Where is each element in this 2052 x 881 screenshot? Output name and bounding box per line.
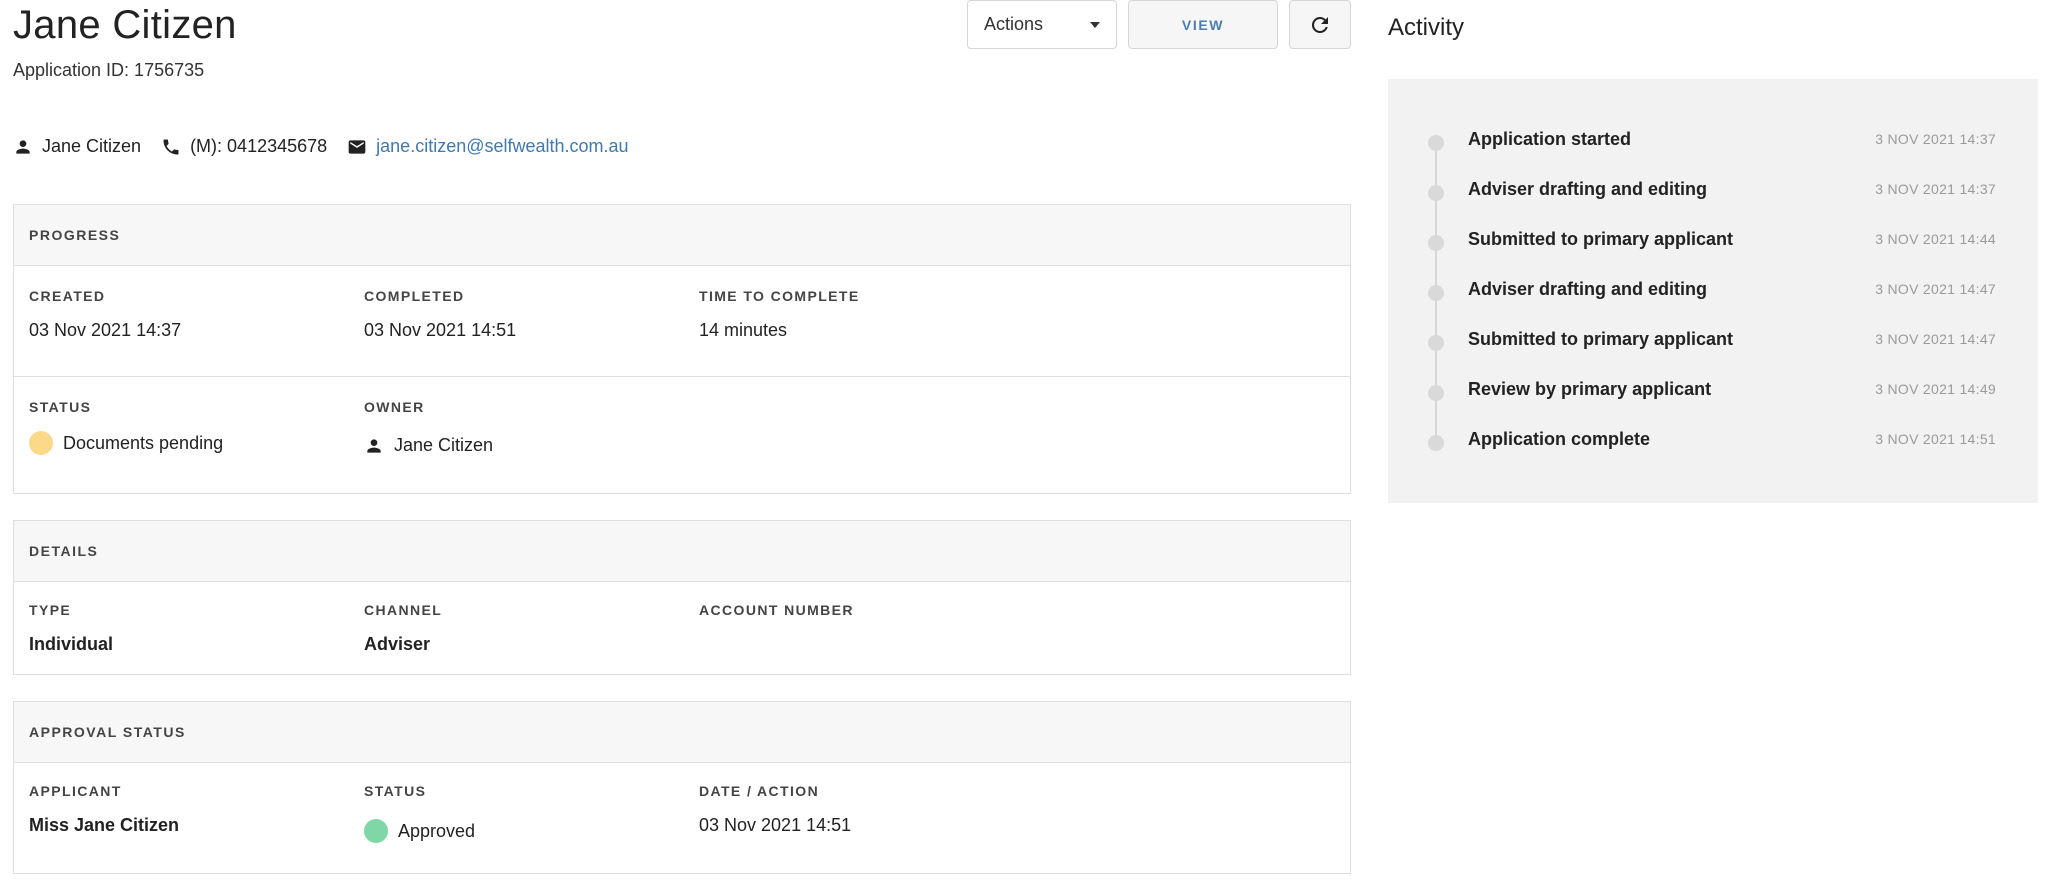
- channel-field: CHANNEL Adviser: [364, 602, 442, 655]
- type-label: TYPE: [29, 602, 72, 618]
- timeline-dot: [1428, 185, 1444, 201]
- details-row: TYPE Individual CHANNEL Adviser ACCOUNT …: [14, 582, 1350, 674]
- progress-panel: PROGRESS CREATED 03 Nov 2021 14:37 COMPL…: [13, 204, 1351, 494]
- approval-status-field: STATUS Approved: [364, 783, 475, 843]
- completed-field: COMPLETED 03 Nov 2021 14:51: [364, 288, 516, 341]
- owner-text: Jane Citizen: [394, 435, 494, 455]
- owner-label: OWNER: [364, 399, 425, 415]
- email-link[interactable]: jane.citizen@selfwealth.com.au: [376, 136, 628, 157]
- page-header: Jane Citizen Application ID: 1756735 Act…: [13, 0, 1351, 110]
- person-icon: [367, 438, 381, 453]
- refresh-button[interactable]: [1289, 0, 1351, 49]
- activity-item-label: Application complete: [1468, 429, 1651, 449]
- activity-item-time: 3 NOV 2021 14:37: [1875, 131, 1996, 147]
- person-icon: [16, 139, 30, 154]
- activity-item-label: Adviser drafting and editing: [1468, 279, 1708, 299]
- created-label: CREATED: [29, 288, 106, 304]
- status-label: STATUS: [29, 399, 92, 415]
- approval-heading: APPROVAL STATUS: [14, 702, 1350, 763]
- date-action-value: 03 Nov 2021 14:51: [699, 815, 852, 835]
- timeline-dot: [1428, 285, 1444, 301]
- activity-item-time: 3 NOV 2021 14:44: [1875, 231, 1996, 247]
- activity-item: Adviser drafting and editing 3 NOV 2021 1…: [1388, 177, 2038, 207]
- approval-status-label: STATUS: [364, 783, 427, 799]
- activity-item: Application started 3 NOV 2021 14:37: [1388, 127, 2038, 157]
- status-text: Documents pending: [63, 432, 224, 453]
- date-action-field: DATE / ACTION 03 Nov 2021 14:51: [699, 783, 851, 836]
- activity-item-time: 3 NOV 2021 14:47: [1875, 331, 1996, 347]
- owner-value: Jane Citizen: [364, 435, 493, 456]
- completed-label: COMPLETED: [364, 288, 465, 304]
- date-action-label: DATE / ACTION: [699, 783, 820, 799]
- channel-label: CHANNEL: [364, 602, 443, 618]
- type-field: TYPE Individual: [29, 602, 113, 655]
- contact-info: Jane Citizen (M): 0412345678 jane.citize…: [13, 136, 649, 157]
- approval-status-dot: [364, 819, 388, 843]
- caret-down-icon: [1090, 21, 1100, 28]
- activity-item-label: Submitted to primary applicant: [1468, 329, 1734, 349]
- approval-status-value: Approved: [364, 819, 475, 843]
- activity-item-time: 3 NOV 2021 14:37: [1875, 181, 1996, 197]
- actions-dropdown[interactable]: Actions: [967, 0, 1117, 49]
- main-content: Jane Citizen Application ID: 1756735 Act…: [13, 0, 1351, 874]
- status-dot: [29, 431, 53, 455]
- actions-label: Actions: [984, 14, 1044, 34]
- activity-item-label: Submitted to primary applicant: [1468, 229, 1734, 249]
- activity-item: Submitted to primary applicant 3 NOV 2021…: [1388, 227, 2038, 257]
- activity-item: Submitted to primary applicant 3 NOV 2021…: [1388, 327, 2038, 357]
- contact-phone: (M): 0412345678: [161, 136, 327, 157]
- page-title: Jane Citizen: [13, 3, 237, 47]
- activity-item-label: Application started: [1468, 129, 1632, 149]
- timeline-dot: [1428, 385, 1444, 401]
- contact-name-text: Jane Citizen: [42, 136, 142, 156]
- contact-name: Jane Citizen: [13, 136, 141, 157]
- phone-icon: [163, 139, 179, 154]
- activity-title: Activity: [1388, 14, 1465, 41]
- created-field: CREATED 03 Nov 2021 14:37: [29, 288, 181, 341]
- type-value: Individual: [29, 634, 114, 654]
- status-value: Documents pending: [29, 431, 223, 455]
- refresh-icon: [1311, 16, 1328, 33]
- created-value: 03 Nov 2021 14:37: [29, 320, 182, 340]
- progress-row-dates: CREATED 03 Nov 2021 14:37 COMPLETED 03 N…: [14, 266, 1350, 377]
- account-number-label: ACCOUNT NUMBER: [699, 602, 854, 618]
- activity-item: Adviser drafting and editing 3 NOV 2021 1…: [1388, 277, 2038, 307]
- applicant-field: APPLICANT Miss Jane Citizen: [29, 783, 179, 836]
- contact-email: jane.citizen@selfwealth.com.au: [347, 136, 629, 157]
- timeline-dot: [1428, 135, 1444, 151]
- activity-item-time: 3 NOV 2021 14:47: [1875, 281, 1996, 297]
- applicant-label: APPLICANT: [29, 783, 122, 799]
- owner-field: OWNER Jane Citizen: [364, 399, 493, 456]
- activity-item-time: 3 NOV 2021 14:51: [1875, 431, 1996, 447]
- toolbar: Actions VIEW: [967, 0, 1351, 50]
- activity-item-label: Adviser drafting and editing: [1468, 179, 1708, 199]
- mail-icon: [348, 139, 366, 154]
- activity-panel: Application started 3 NOV 2021 14:37 Advis…: [1388, 79, 2038, 503]
- activity-item-time: 3 NOV 2021 14:49: [1875, 381, 1996, 397]
- applicant-value: Miss Jane Citizen: [29, 815, 180, 835]
- progress-row-status: STATUS Documents pending OWNER Jane Citi…: [14, 377, 1350, 493]
- activity-item: Review by primary applicant 3 NOV 2021 14…: [1388, 377, 2038, 407]
- timeline-dot: [1428, 335, 1444, 351]
- details-heading: DETAILS: [14, 521, 1350, 582]
- timeline-dot: [1428, 435, 1444, 451]
- status-field: STATUS Documents pending: [29, 399, 223, 455]
- time-to-complete-field: TIME TO COMPLETE 14 minutes: [699, 288, 860, 341]
- view-button[interactable]: VIEW: [1128, 0, 1278, 49]
- activity-item: Application complete 3 NOV 2021 14:51: [1388, 427, 2038, 457]
- completed-value: 03 Nov 2021 14:51: [364, 320, 517, 340]
- approval-panel: APPROVAL STATUS APPLICANT Miss Jane Citi…: [13, 701, 1351, 874]
- time-to-complete-label: TIME TO COMPLETE: [699, 288, 860, 304]
- contact-phone-text: (M): 0412345678: [190, 136, 328, 156]
- time-to-complete-value: 14 minutes: [699, 320, 788, 340]
- account-number-field: ACCOUNT NUMBER: [699, 602, 854, 634]
- approval-status-text: Approved: [398, 820, 476, 841]
- channel-value: Adviser: [364, 634, 431, 654]
- application-id: Application ID: 1756735: [13, 60, 205, 80]
- progress-heading: PROGRESS: [14, 205, 1350, 266]
- details-panel: DETAILS TYPE Individual CHANNEL Adviser …: [13, 520, 1351, 675]
- approval-row: APPLICANT Miss Jane Citizen STATUS Appro…: [14, 763, 1350, 873]
- timeline-dot: [1428, 235, 1444, 251]
- activity-item-label: Review by primary applicant: [1468, 379, 1712, 399]
